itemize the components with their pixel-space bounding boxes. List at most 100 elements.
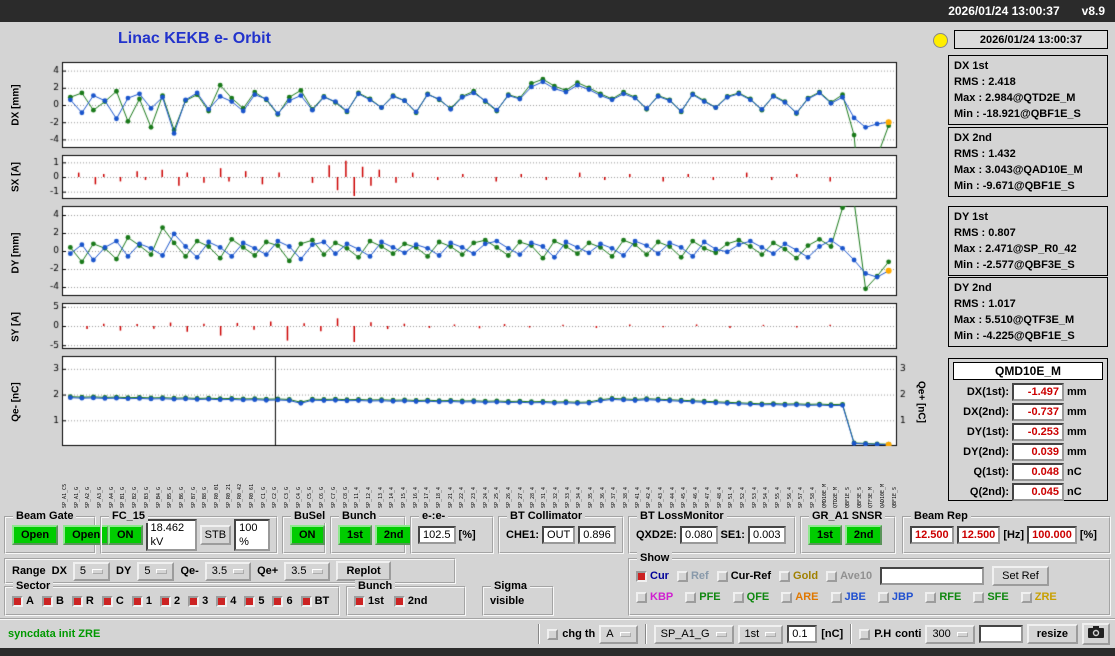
show-group-checkbox[interactable] bbox=[636, 591, 647, 603]
sigma-visible-label[interactable]: visible bbox=[490, 595, 524, 607]
show-group-item-jbp[interactable]: JBP bbox=[877, 591, 913, 603]
show-checkbox[interactable] bbox=[716, 570, 728, 582]
sector-dropdown[interactable]: A bbox=[599, 624, 638, 644]
sector-checkbox[interactable] bbox=[159, 595, 171, 607]
range-dropdown-qe-[interactable]: 3.5 bbox=[204, 561, 252, 581]
range-label-qe+: Qe+ bbox=[257, 565, 279, 577]
show-item-cur[interactable]: Cur bbox=[636, 570, 669, 582]
range-dropdown-dy[interactable]: 5 bbox=[137, 561, 175, 581]
show-group-item-qfe[interactable]: QFE bbox=[732, 591, 769, 603]
snapshot-button[interactable] bbox=[1082, 623, 1110, 645]
count-input[interactable] bbox=[978, 625, 1023, 643]
ph-checkbox[interactable] bbox=[859, 628, 871, 640]
show-group-item-rfe[interactable]: RFE bbox=[925, 591, 961, 603]
dropdown-value: 1st bbox=[744, 627, 760, 640]
show-group-checkbox[interactable] bbox=[830, 591, 842, 603]
show-checkbox[interactable] bbox=[676, 570, 688, 582]
show-checkbox[interactable] bbox=[826, 570, 838, 582]
sector-item-c[interactable]: C bbox=[101, 595, 124, 607]
monitor-name-label: SP_23_4 bbox=[471, 486, 478, 508]
sector-checkbox[interactable] bbox=[41, 595, 53, 607]
show-group-checkbox[interactable] bbox=[781, 591, 793, 603]
sector-item-1[interactable]: 1 bbox=[131, 595, 152, 607]
monitor-row: Q(2nd): 0.045 nC bbox=[953, 483, 1103, 501]
sector-item-5[interactable]: 5 bbox=[244, 595, 264, 607]
show-group-item-kbp[interactable]: KBP bbox=[636, 591, 673, 603]
sector-item-b[interactable]: B bbox=[41, 595, 64, 607]
monitor-name-label: SP_42_4 bbox=[646, 486, 653, 508]
show-group-checkbox[interactable] bbox=[925, 591, 937, 603]
show-item-ref[interactable]: Ref bbox=[676, 570, 709, 582]
sector-checkbox[interactable] bbox=[188, 595, 200, 607]
monitor-name-label: SP_B5_G bbox=[167, 486, 174, 508]
sector-checkbox[interactable] bbox=[300, 595, 312, 607]
dropdown-value: 5 bbox=[144, 564, 151, 577]
show-group-checkbox[interactable] bbox=[973, 591, 985, 603]
show-item-cur-ref[interactable]: Cur-Ref bbox=[716, 570, 771, 582]
busel-on-button[interactable]: ON bbox=[290, 525, 325, 545]
show-group-item-are[interactable]: ARE bbox=[781, 591, 819, 603]
threshold-input[interactable] bbox=[787, 625, 818, 643]
sector-item-3[interactable]: 3 bbox=[188, 595, 208, 607]
stats-min: Min : -2.577@QBF3E_S bbox=[954, 259, 1075, 271]
snsr-1st-button[interactable]: 1st bbox=[808, 525, 842, 545]
sector-item-r[interactable]: R bbox=[71, 595, 94, 607]
show-item-gold[interactable]: Gold bbox=[779, 570, 818, 582]
bunch-2nd-button[interactable]: 2nd bbox=[374, 525, 413, 545]
show-item-ave10[interactable]: Ave10 bbox=[826, 570, 872, 582]
sector-item-6[interactable]: 6 bbox=[272, 595, 293, 607]
qxd2e-value: 0.080 bbox=[679, 526, 718, 544]
stats-max: Max : 5.510@QTF3E_M bbox=[954, 314, 1075, 326]
ref-file-input[interactable] bbox=[880, 567, 985, 585]
set-ref-button[interactable]: Set Ref bbox=[992, 566, 1049, 586]
beam-gate-open-button-1[interactable]: Open bbox=[12, 525, 59, 545]
sector-checkbox[interactable] bbox=[216, 595, 228, 607]
monitor-name-label: SP_35_4 bbox=[587, 486, 594, 508]
fc15-on-button[interactable]: ON bbox=[108, 525, 143, 545]
bunch-checkbox[interactable] bbox=[393, 595, 405, 607]
sector-item-4[interactable]: 4 bbox=[216, 595, 236, 607]
dropdown-bar-icon bbox=[765, 631, 777, 637]
sector-checkbox[interactable] bbox=[244, 595, 256, 607]
resize-button[interactable]: resize bbox=[1026, 624, 1078, 644]
show-checkbox[interactable] bbox=[779, 570, 791, 582]
bunch-checkbox[interactable] bbox=[354, 595, 365, 607]
conti-label[interactable]: conti bbox=[895, 628, 921, 640]
beam-rep-percent-unit: [%] bbox=[1079, 529, 1097, 541]
show-group-item-jbe[interactable]: JBE bbox=[830, 591, 866, 603]
ee-ratio-value: 102.5 bbox=[418, 526, 456, 544]
show-group-item-zre[interactable]: ZRE bbox=[1020, 591, 1057, 603]
range-dropdown-qe+[interactable]: 3.5 bbox=[284, 561, 331, 581]
show-group-item-sfe[interactable]: SFE bbox=[973, 591, 1009, 603]
replot-button[interactable]: Replot bbox=[336, 561, 391, 581]
show-group-label: JBE bbox=[844, 591, 866, 603]
sector-item-bt[interactable]: BT bbox=[300, 595, 329, 607]
chg-th-checkbox[interactable] bbox=[547, 628, 559, 640]
sector-checkbox[interactable] bbox=[12, 595, 23, 607]
sector-item-a[interactable]: A bbox=[12, 595, 34, 607]
sector-checkbox[interactable] bbox=[131, 595, 143, 607]
bunch-dropdown[interactable]: 1st bbox=[737, 624, 784, 644]
monitor-name-label: SP_38_4 bbox=[623, 486, 629, 508]
snsr-2nd-button[interactable]: 2nd bbox=[844, 525, 883, 545]
show-group-item-pfe[interactable]: PFE bbox=[685, 591, 721, 603]
range-dropdown-dx[interactable]: 5 bbox=[72, 561, 111, 581]
sy-axis-label: SY [A] bbox=[10, 312, 22, 342]
sector-checkbox[interactable] bbox=[101, 595, 113, 607]
interval-dropdown[interactable]: 300 bbox=[925, 624, 975, 644]
bunch-item-2nd[interactable]: 2nd bbox=[393, 595, 427, 607]
bunch-item-1st[interactable]: 1st bbox=[354, 595, 384, 607]
show-group-checkbox[interactable] bbox=[1020, 591, 1032, 603]
show-checkbox[interactable] bbox=[636, 570, 647, 582]
show-group-checkbox[interactable] bbox=[732, 591, 744, 603]
monitor-dropdown[interactable]: SP_A1_G bbox=[653, 624, 734, 644]
bt-lossmonitor-group: BT LossMonitor QXD2E: 0.080 SE1: 0.003 bbox=[628, 510, 796, 554]
show-group-checkbox[interactable] bbox=[685, 591, 697, 603]
sector-item-2[interactable]: 2 bbox=[159, 595, 180, 607]
sector-checkbox[interactable] bbox=[272, 595, 284, 607]
show-group-checkbox[interactable] bbox=[877, 591, 889, 603]
sector-checkbox[interactable] bbox=[71, 595, 83, 607]
bunch-1st-button[interactable]: 1st bbox=[338, 525, 372, 545]
fc15-stb-button[interactable]: STB bbox=[199, 525, 232, 545]
group-caption: BuSel bbox=[291, 510, 329, 523]
